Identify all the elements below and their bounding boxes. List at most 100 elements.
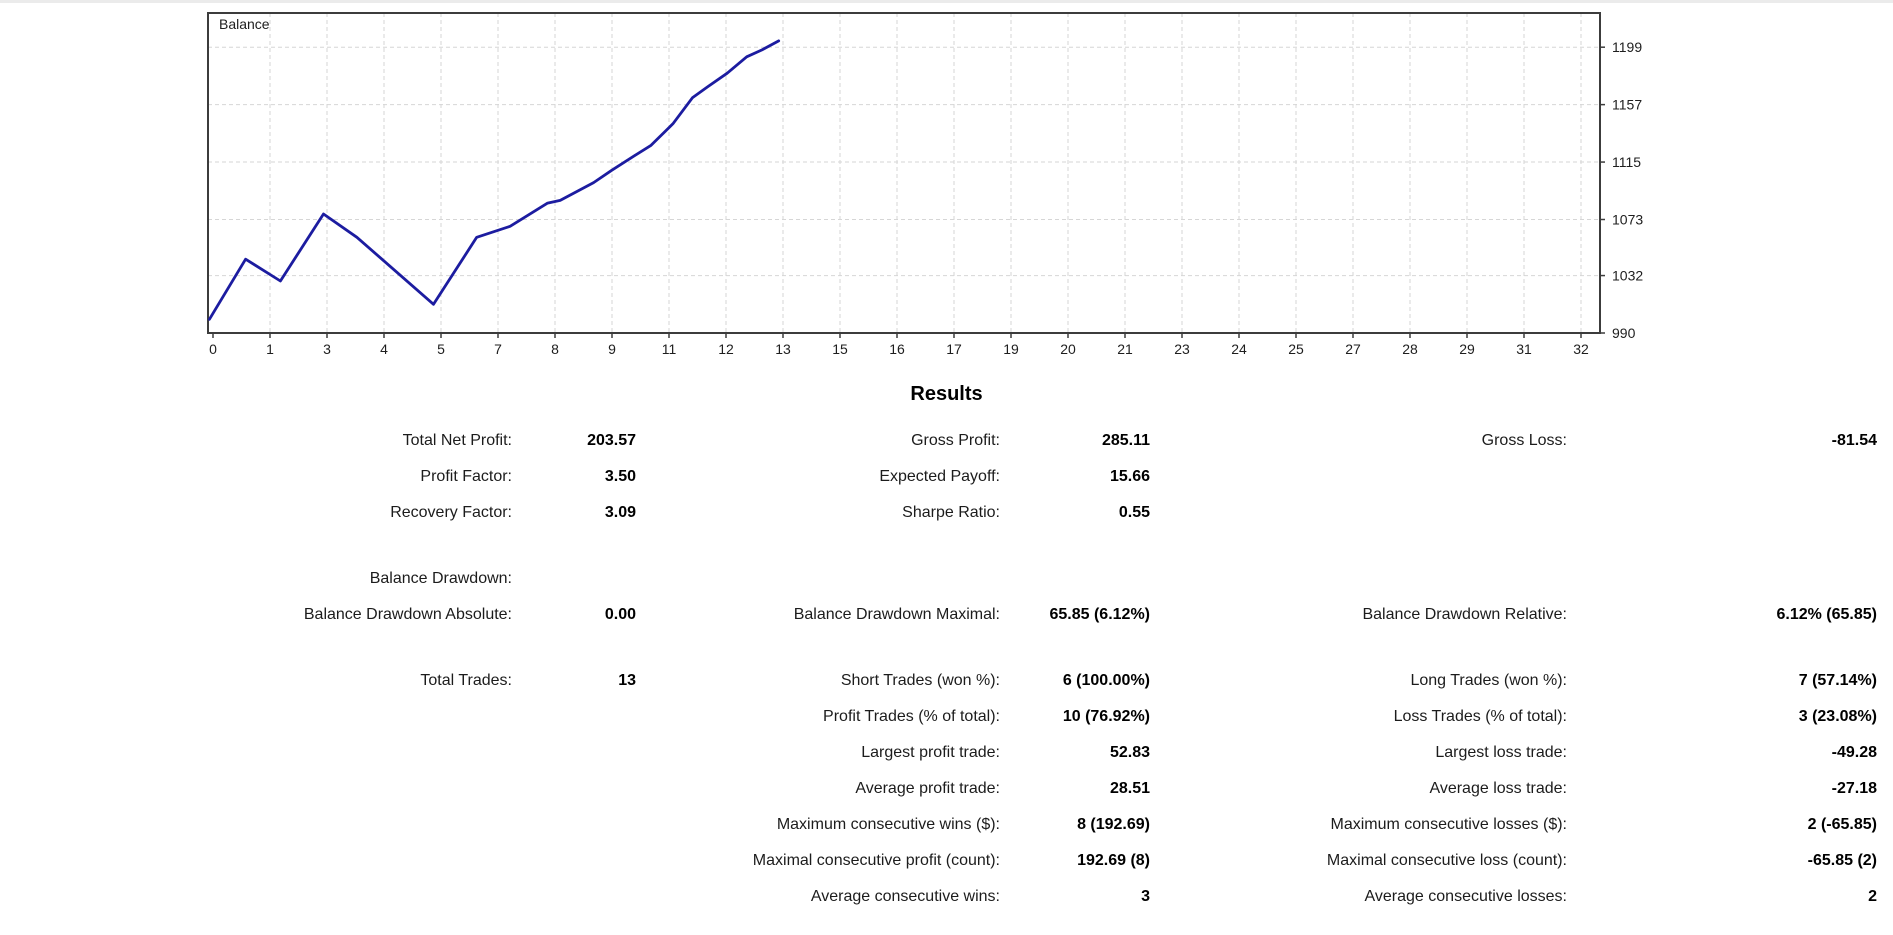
stat-label: Average loss trade: <box>1429 780 1567 797</box>
stat-label: Balance Drawdown Maximal: <box>793 606 1000 623</box>
stat-label: Profit Trades (% of total): <box>823 708 1000 725</box>
x-tick-label: 8 <box>551 341 559 357</box>
x-tick-label: 13 <box>775 341 791 357</box>
stat-value: -27.18 <box>1831 780 1877 797</box>
stat-label: Balance Drawdown Relative: <box>1362 606 1567 623</box>
stat-label: Short Trades (won %): <box>840 672 1000 689</box>
stat-label: Maximum consecutive wins ($): <box>776 816 1000 833</box>
stat-value: 192.69 (8) <box>1077 852 1150 869</box>
stat-value: -49.28 <box>1831 744 1877 761</box>
stat-label: Profit Factor: <box>420 468 512 485</box>
stat-label: Total Net Profit: <box>402 432 512 449</box>
x-tick-label: 27 <box>1345 341 1361 357</box>
stat-value: 3 (23.08%) <box>1798 708 1877 725</box>
stat-label: Recovery Factor: <box>390 504 512 521</box>
results-row: Average consecutive wins: 3 Average consec… <box>0 879 1893 915</box>
y-tick-label: 1073 <box>1612 211 1643 227</box>
stat-value: 285.11 <box>1101 432 1150 449</box>
y-tick-label: 1199 <box>1612 39 1642 55</box>
stat-label: Average profit trade: <box>855 780 1000 797</box>
x-tick-label: 17 <box>946 341 962 357</box>
x-tick-label: 21 <box>1117 341 1133 357</box>
chart-title-label: Balance <box>219 16 270 32</box>
stat-value: 28.51 <box>1109 780 1150 797</box>
x-tick-label: 25 <box>1288 341 1304 357</box>
results-row: Balance Drawdown: <box>0 561 1893 597</box>
x-tick-label: 23 <box>1174 341 1190 357</box>
stat-value: 3.09 <box>604 504 636 521</box>
stat-value: 7 (57.14%) <box>1798 672 1877 689</box>
y-tick-label: 1032 <box>1612 268 1643 284</box>
stat-value: 13 <box>618 672 636 689</box>
stat-label: Sharpe Ratio: <box>902 504 1000 521</box>
x-tick-label: 1 <box>266 341 274 357</box>
results-title: Results <box>910 383 983 405</box>
stat-label: Average consecutive losses: <box>1364 888 1567 905</box>
stat-value: -65.85 (2) <box>1807 852 1877 869</box>
results-row: Maximal consecutive profit (count): 192.6… <box>0 843 1893 879</box>
x-tick-label: 0 <box>209 341 217 357</box>
results-report: Results Total Net Profit: 203.57 Gross Pro… <box>0 381 1893 915</box>
stat-value: 10 (76.92%) <box>1062 708 1150 725</box>
balance-chart-area: 0 1 3 4 5 7 8 9 11 12 13 15 16 17 19 20 21 23 24 25 27 28 29 31… <box>0 3 1893 365</box>
stat-label: Total Trades: <box>420 672 512 689</box>
stat-value: 203.57 <box>587 432 636 449</box>
results-row: Maximum consecutive wins ($): 8 (192.69) M… <box>0 807 1893 843</box>
stat-label: Maximal consecutive profit (count): <box>752 852 1000 869</box>
x-tick-label: 7 <box>494 341 502 357</box>
results-row: Total Net Profit: 203.57 Gross Profit: 285.… <box>0 423 1893 459</box>
x-tick-label: 24 <box>1231 341 1247 357</box>
stat-value: 0.55 <box>1118 504 1150 521</box>
results-row: Recovery Factor: 3.09 Sharpe Ratio: 0.55 <box>0 495 1893 531</box>
x-tick-label: 20 <box>1060 341 1076 357</box>
results-section: Total Trades: 13 Short Trades (won %): 6 (1… <box>0 663 1893 915</box>
results-row: Profit Trades (% of total): 10 (76.92%) Lo… <box>0 699 1893 735</box>
stat-value: 6 (100.00%) <box>1062 672 1150 689</box>
stat-value: 65.85 (6.12%) <box>1049 606 1150 623</box>
x-tick-label: 5 <box>437 341 445 357</box>
x-tick-label: 31 <box>1516 341 1532 357</box>
results-row: Profit Factor: 3.50 Expected Payoff: 15.66 <box>0 459 1893 495</box>
x-tick-label: 11 <box>662 341 677 357</box>
y-tick-label: 1157 <box>1612 97 1642 113</box>
x-tick-label: 4 <box>380 341 388 357</box>
stat-value: 0.00 <box>604 606 636 623</box>
stat-label: Balance Drawdown Absolute: <box>303 606 512 623</box>
stat-label: Largest profit trade: <box>861 744 1000 761</box>
stat-label: Expected Payoff: <box>879 468 1000 485</box>
stat-value: 52.83 <box>1109 744 1150 761</box>
plot-border <box>207 12 1601 334</box>
x-tick-label: 15 <box>832 341 848 357</box>
results-row: Average profit trade: 28.51 Average loss t… <box>0 771 1893 807</box>
stat-label: Maximum consecutive losses ($): <box>1330 816 1567 833</box>
results-row: Largest profit trade: 52.83 Largest loss t… <box>0 735 1893 771</box>
stat-label: Balance Drawdown: <box>369 570 512 587</box>
x-tick-label: 19 <box>1003 341 1019 357</box>
stat-label: Largest loss trade: <box>1435 744 1567 761</box>
stat-label: Average consecutive wins: <box>810 888 1000 905</box>
stat-value: 2 (-65.85) <box>1807 816 1877 833</box>
y-tick-label: 990 <box>1612 325 1636 341</box>
results-section: Total Net Profit: 203.57 Gross Profit: 285.… <box>0 423 1893 531</box>
stat-value: 6.12% (65.85) <box>1776 606 1877 623</box>
stat-label: Gross Loss: <box>1481 432 1567 449</box>
results-row: Total Trades: 13 Short Trades (won %): 6 (1… <box>0 663 1893 699</box>
stat-value: 2 <box>1868 888 1877 905</box>
results-row: Balance Drawdown Absolute: 0.00 Balance Dr… <box>0 597 1893 633</box>
x-tick-label: 3 <box>323 341 331 357</box>
stat-label: Gross Profit: <box>911 432 1000 449</box>
stat-value: 15.66 <box>1109 468 1150 485</box>
stat-label: Long Trades (won %): <box>1410 672 1567 689</box>
stat-value: 3 <box>1141 888 1150 905</box>
y-tick-label: 1115 <box>1612 154 1641 170</box>
stat-label: Maximal consecutive loss (count): <box>1326 852 1567 869</box>
x-tick-label: 16 <box>889 341 905 357</box>
stat-value: -81.54 <box>1831 432 1877 449</box>
x-tick-label: 29 <box>1459 341 1475 357</box>
balance-chart: 0 1 3 4 5 7 8 9 11 12 13 15 16 17 19 20 21 23 24 25 27 28 29 31… <box>207 12 1643 357</box>
x-tick-label: 12 <box>718 341 734 357</box>
stat-label: Loss Trades (% of total): <box>1393 708 1567 725</box>
results-table: Total Net Profit: 203.57 Gross Profit: 285.… <box>0 423 1893 915</box>
results-section: Balance Drawdown: Balance Drawdown Absolu… <box>0 561 1893 633</box>
x-tick-label: 28 <box>1402 341 1418 357</box>
